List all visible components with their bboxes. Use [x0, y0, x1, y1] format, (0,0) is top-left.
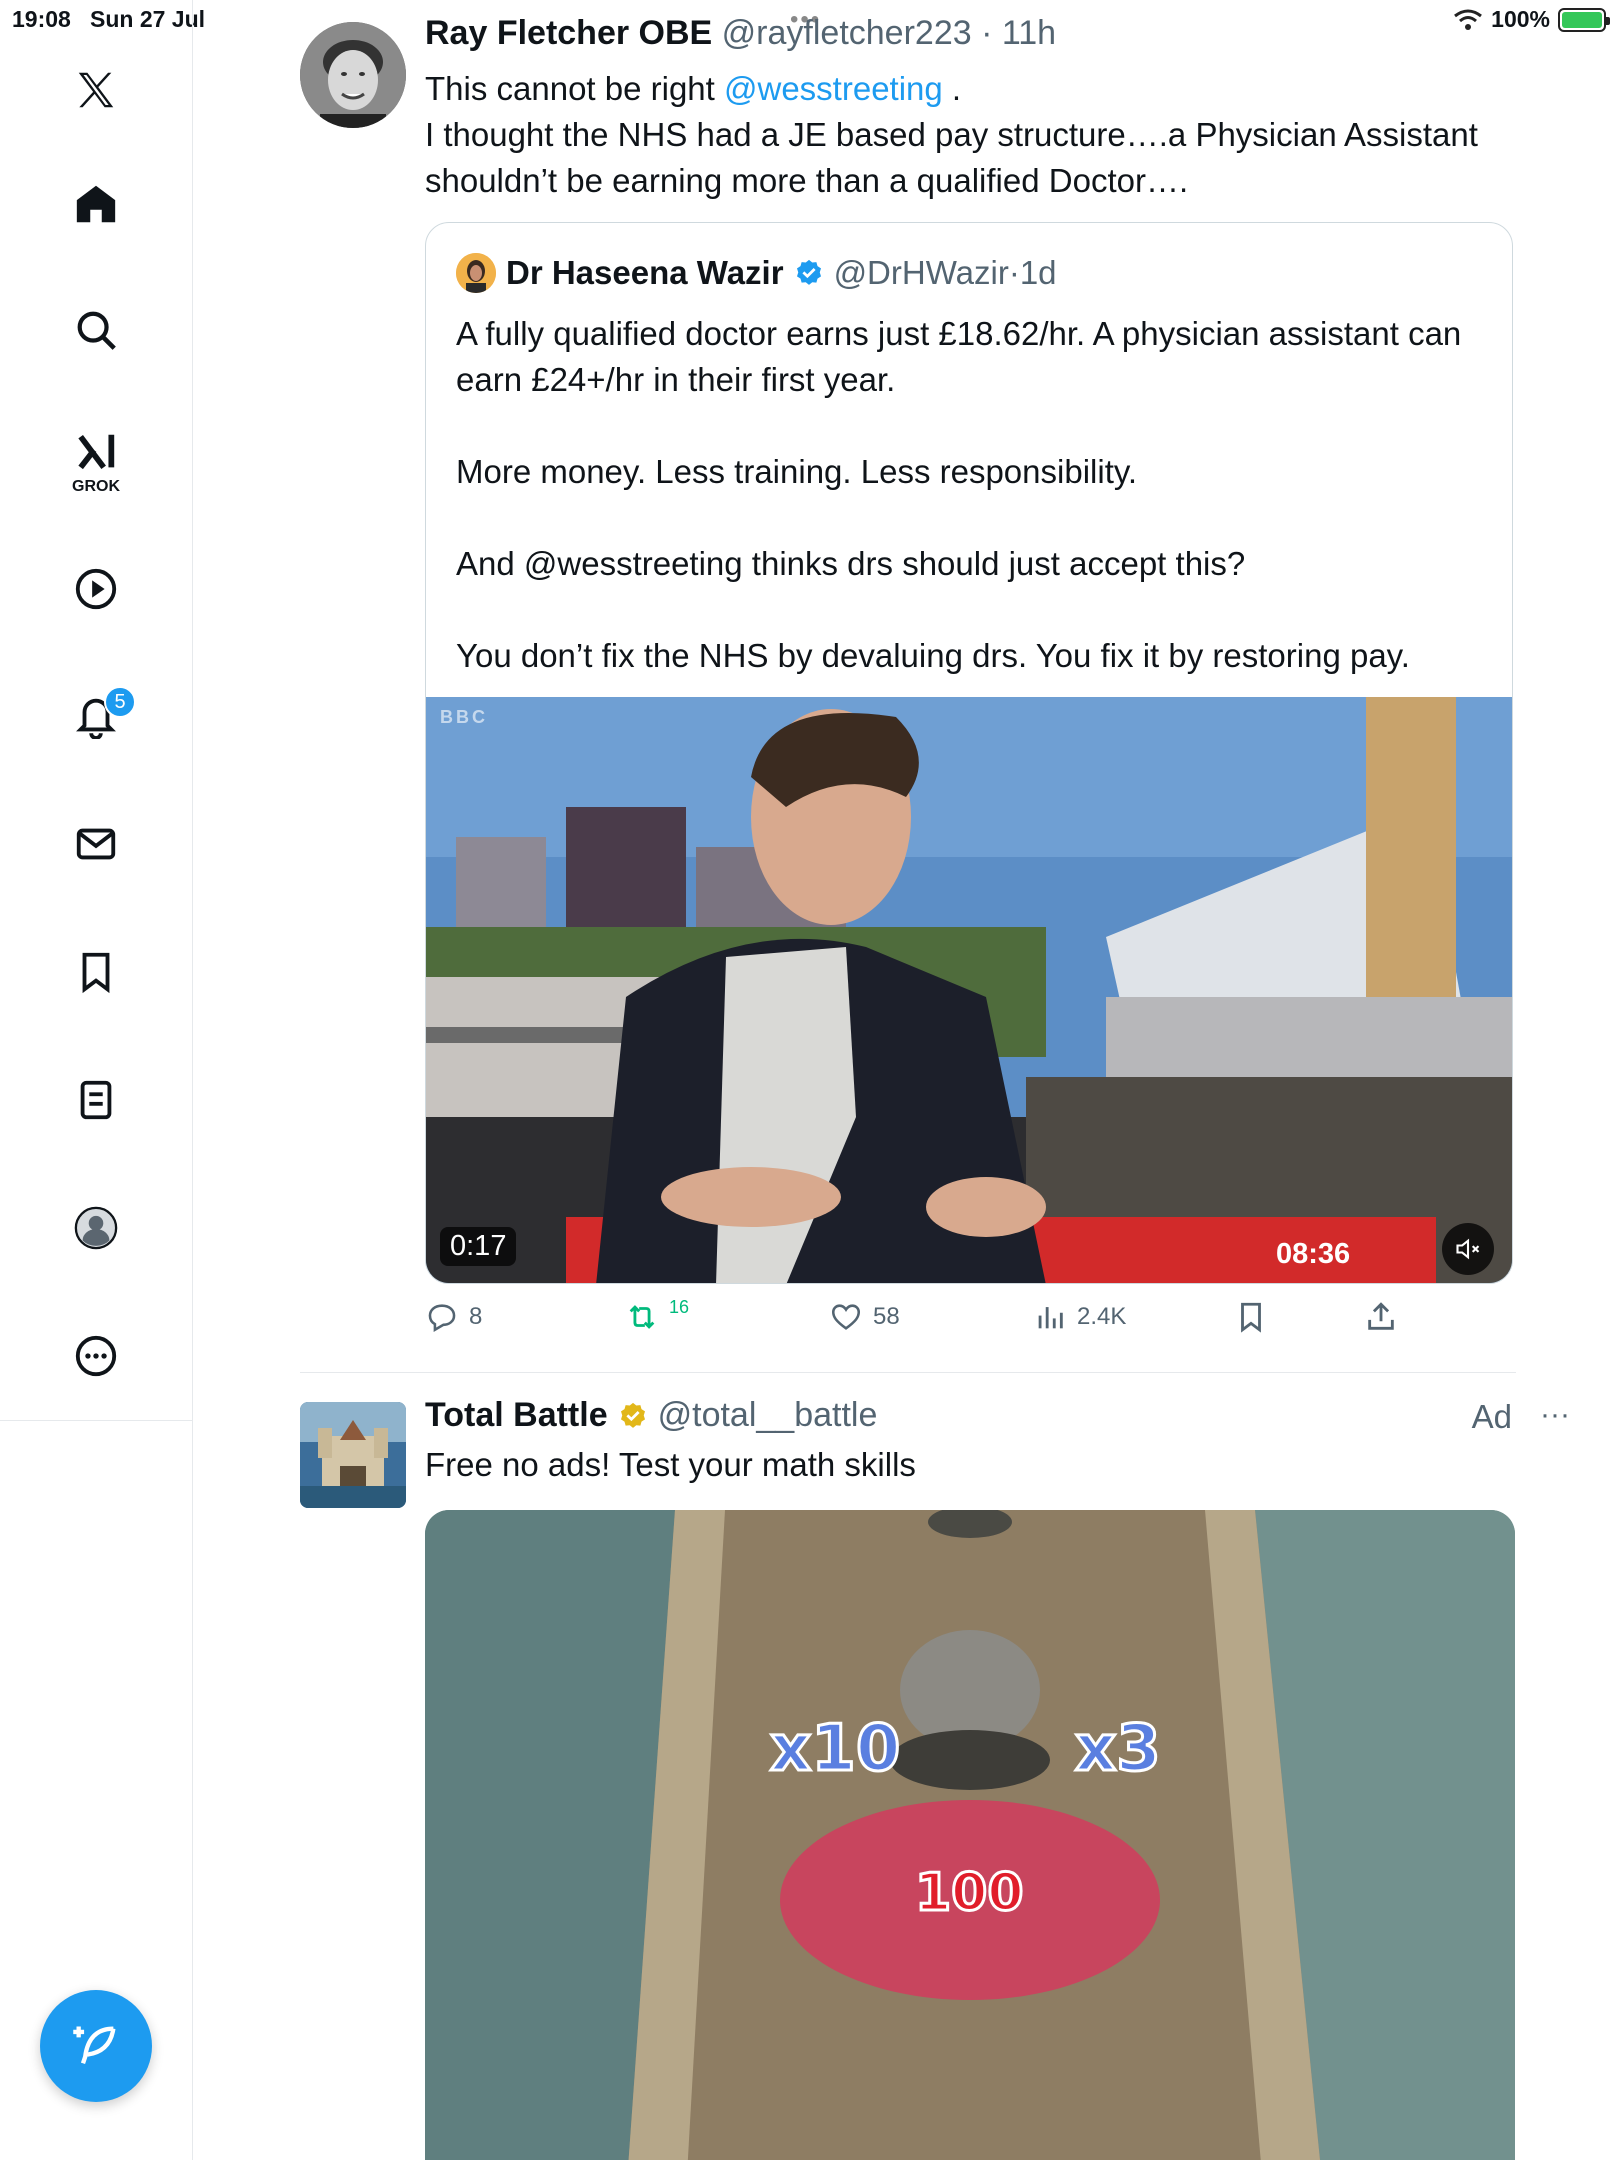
status-right: 100% [1453, 6, 1610, 33]
video-frame [426, 697, 1512, 1283]
quoted-tweet-card[interactable]: Dr Haseena Wazir @DrHWazir · 1d A fully … [425, 222, 1513, 1284]
quoted-tweet-text: A fully qualified doctor earns just £18.… [456, 315, 1462, 674]
notifications-badge: 5 [104, 686, 136, 718]
mute-toggle-button[interactable] [1442, 1223, 1494, 1275]
video-elapsed-time: 0:17 [440, 1227, 517, 1266]
ad-media[interactable]: x10 x3 100 [425, 1510, 1515, 2160]
messages-envelope-icon[interactable] [64, 812, 128, 876]
reply-count: 8 [469, 1303, 483, 1330]
quoted-author-handle[interactable]: @DrHWazir [834, 254, 1009, 292]
share-button[interactable] [1364, 1300, 1398, 1334]
view-count: 2.4K [1077, 1303, 1127, 1330]
search-icon[interactable] [64, 298, 128, 362]
tweet-divider [300, 1372, 1516, 1373]
reply-bubble-icon [428, 1304, 456, 1332]
more-options-icon[interactable] [64, 1324, 128, 1388]
sidebar-divider [0, 1420, 193, 1421]
x-logo-icon[interactable] [64, 58, 128, 122]
speaker-muted-icon [1456, 1238, 1480, 1260]
tweet-author-avatar[interactable] [300, 22, 406, 128]
analytics-bars-icon [1038, 1307, 1063, 1329]
quoted-author-name[interactable]: Dr Haseena Wazir [506, 254, 784, 292]
heart-icon [831, 1304, 861, 1330]
bookmarks-icon[interactable] [64, 940, 128, 1004]
quoted-video-player[interactable]: BBC 0:17 08:36 [426, 697, 1512, 1283]
tweet-timestamp[interactable]: 11h [1002, 14, 1056, 52]
share-upload-icon [1368, 1302, 1394, 1330]
tweet-header: Ray Fletcher OBE @rayfletcher223 · 11h [425, 14, 1057, 52]
army-count-label: 100 [915, 1863, 1024, 1923]
compose-feather-icon [73, 2026, 116, 2065]
ad-text: Free no ads! Test your math skills [425, 1446, 916, 1483]
ad-label: Ad [1471, 1398, 1512, 1435]
channel-logo: BBC [440, 707, 488, 727]
profile-avatar-icon[interactable] [64, 1196, 128, 1260]
ad-game-image: x10 x3 100 [425, 1510, 1515, 2160]
tweet-actions-bar: 8 16 58 2.4K [425, 1296, 1515, 1346]
quoted-author-avatar[interactable] [456, 253, 496, 293]
grok-label: GROK [72, 478, 120, 495]
ad-author-name[interactable]: Total Battle [425, 1396, 608, 1435]
repost-button[interactable]: 16 [625, 1296, 690, 1334]
grok-icon[interactable] [64, 420, 128, 484]
bookmark-button[interactable] [1234, 1300, 1268, 1334]
battery-percent: 100% [1491, 6, 1550, 32]
ad-more-options-icon[interactable]: ··· [1540, 1398, 1570, 1432]
sidebar: GROK 5 [0, 0, 193, 2160]
tweet-author-name[interactable]: Ray Fletcher OBE [425, 14, 712, 52]
tweet-author-handle[interactable]: @rayfletcher223 [722, 14, 972, 52]
verified-badge-icon [796, 259, 821, 285]
repost-count: 16 [669, 1296, 690, 1317]
ad-author-handle[interactable]: @total__battle [658, 1396, 878, 1435]
views-button[interactable]: 2.4K [1033, 1300, 1126, 1334]
gold-verified-badge-icon [620, 1402, 645, 1428]
quoted-timestamp: 1d [1019, 254, 1057, 291]
quoted-tweet-header: Dr Haseena Wazir @DrHWazir · 1d [456, 253, 1057, 293]
lists-icon[interactable] [64, 1068, 128, 1132]
ad-header: Total Battle @total__battle [425, 1396, 877, 1435]
battery-icon [1558, 7, 1610, 32]
wifi-icon [1454, 9, 1483, 30]
tweet-text: This cannot be right @wesstreeting . I t… [425, 70, 1478, 199]
like-count: 58 [873, 1303, 900, 1330]
video-broadcast-clock: 08:36 [1276, 1238, 1351, 1270]
compose-post-button[interactable] [40, 1990, 152, 2102]
left-gate-label: x10 [770, 1712, 900, 1786]
video-play-icon[interactable] [64, 557, 128, 621]
repost-icon [629, 1305, 655, 1329]
home-icon[interactable] [64, 172, 128, 236]
reply-button[interactable]: 8 [425, 1300, 482, 1334]
like-button[interactable]: 58 [829, 1300, 900, 1334]
mention-link[interactable]: @wesstreeting [724, 70, 943, 107]
bookmark-icon [1241, 1302, 1261, 1333]
ad-author-avatar[interactable] [300, 1402, 406, 1508]
right-gate-label: x3 [1075, 1712, 1161, 1786]
